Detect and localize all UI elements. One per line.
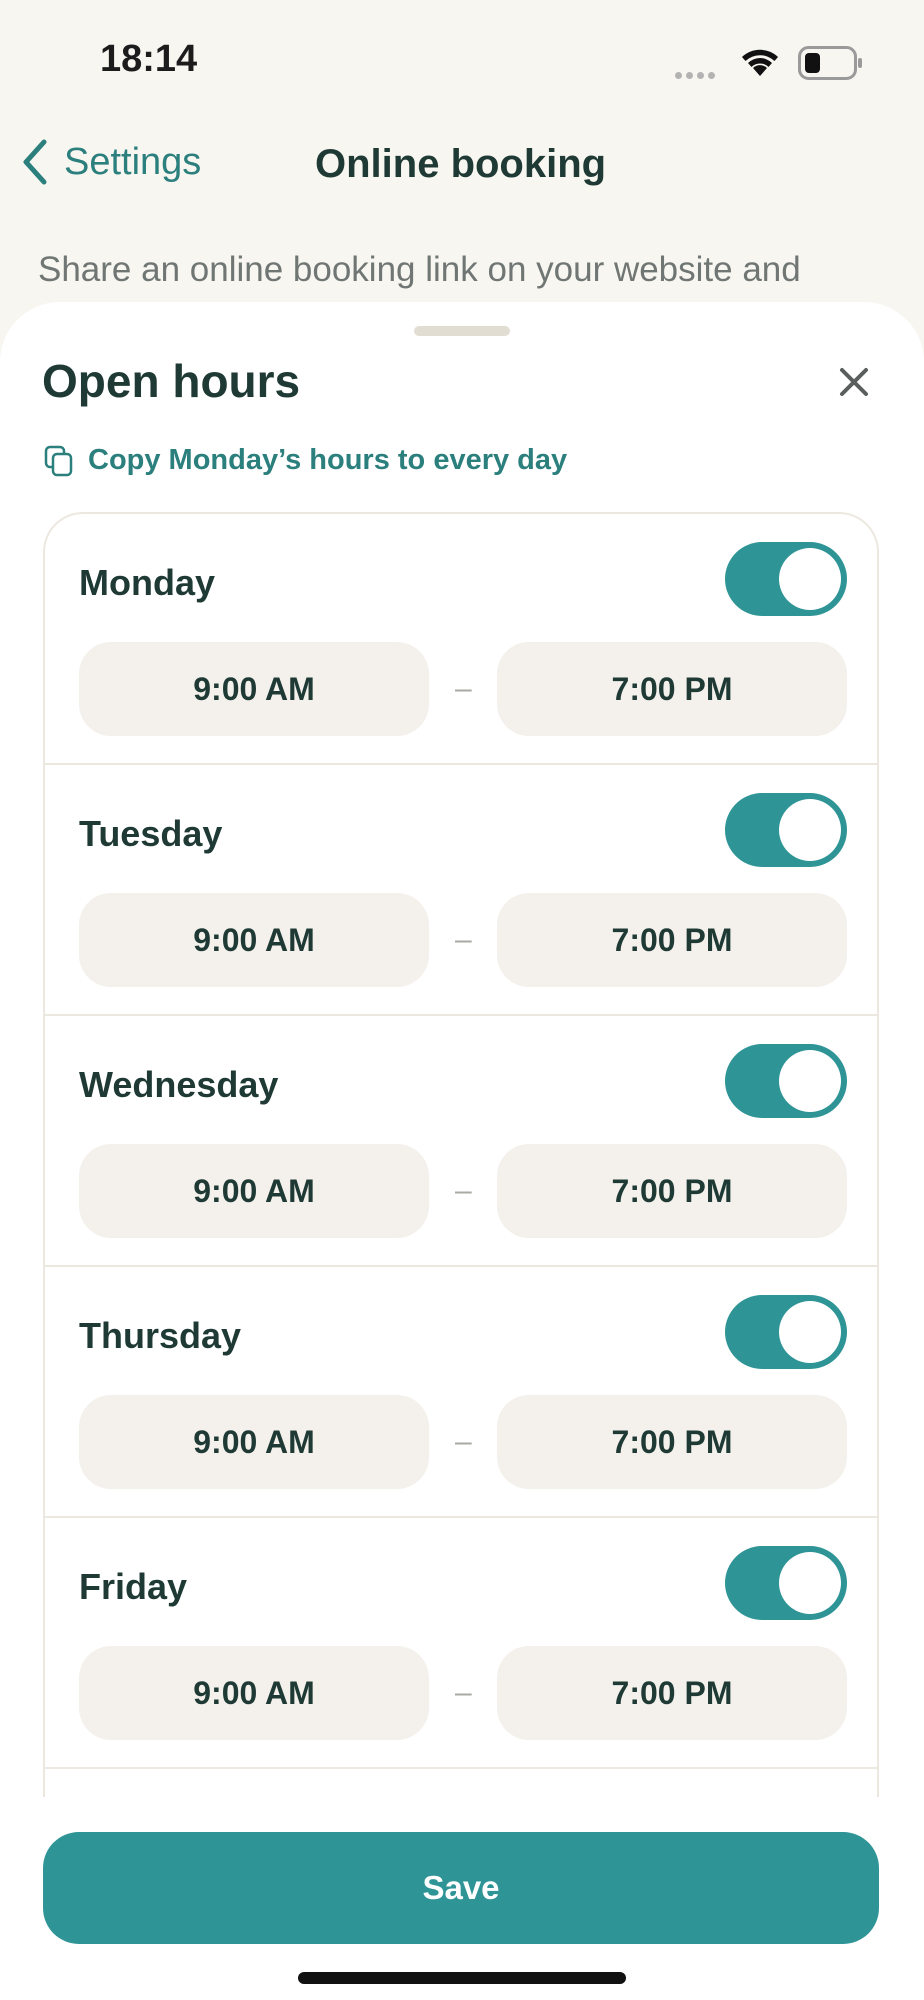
navigation-bar: Settings Online booking — [0, 130, 924, 200]
day-name: Monday — [79, 562, 216, 603]
day-toggle[interactable] — [725, 1546, 847, 1620]
day-row-thursday: Thursday 9:00 AM – 7:00 PM — [45, 1267, 877, 1518]
day-toggle[interactable] — [725, 1044, 847, 1118]
day-name: Friday — [79, 1566, 188, 1607]
save-button[interactable]: Save — [43, 1832, 879, 1944]
end-time-picker[interactable]: 7:00 PM — [497, 1144, 847, 1238]
day-name: Tuesday — [79, 813, 223, 854]
day-toggle[interactable] — [725, 542, 847, 616]
days-list: Monday 9:00 AM – 7:00 PM Tuesday 9:00 AM… — [43, 512, 879, 1812]
copy-hours-label: Copy Monday’s hours to every day — [88, 444, 568, 476]
status-bar: 18:14 — [0, 0, 924, 120]
range-separator: – — [455, 1425, 472, 1458]
range-separator: – — [455, 923, 472, 956]
start-time-picker[interactable]: 9:00 AM — [79, 893, 429, 987]
toggle-knob — [779, 1552, 841, 1614]
start-time-picker[interactable]: 9:00 AM — [79, 1395, 429, 1489]
status-time: 18:14 — [100, 38, 198, 80]
end-time-picker[interactable]: 7:00 PM — [497, 1395, 847, 1489]
back-button[interactable]: Settings — [20, 138, 201, 186]
chevron-left-icon — [23, 139, 47, 185]
day-row-friday: Friday 9:00 AM – 7:00 PM — [45, 1518, 877, 1769]
range-separator: – — [455, 1174, 472, 1207]
range-separator: – — [455, 672, 472, 705]
toggle-knob — [779, 548, 841, 610]
cellular-signal-icon — [675, 66, 719, 84]
day-toggle[interactable] — [725, 793, 847, 867]
page-title: Online booking — [315, 142, 607, 186]
end-time-picker[interactable]: 7:00 PM — [497, 1646, 847, 1740]
sheet-title: Open hours — [42, 355, 301, 407]
end-time-picker[interactable]: 7:00 PM — [497, 893, 847, 987]
toggle-knob — [779, 799, 841, 861]
day-row-monday: Monday 9:00 AM – 7:00 PM — [45, 514, 877, 765]
home-indicator — [298, 1972, 626, 1984]
range-separator: – — [455, 1676, 472, 1709]
copy-icon — [44, 445, 73, 476]
back-button-label: Settings — [64, 140, 202, 183]
open-hours-sheet: Open hours Copy Monday’s hours to every … — [0, 302, 924, 2000]
sheet-grabber[interactable] — [414, 326, 510, 336]
wifi-icon — [742, 49, 778, 76]
start-time-picker[interactable]: 9:00 AM — [79, 1646, 429, 1740]
close-icon[interactable] — [830, 358, 878, 406]
battery-icon — [798, 46, 862, 80]
toggle-knob — [779, 1301, 841, 1363]
end-time-picker[interactable]: 7:00 PM — [497, 642, 847, 736]
day-row-wednesday: Wednesday 9:00 AM – 7:00 PM — [45, 1016, 877, 1267]
start-time-picker[interactable]: 9:00 AM — [79, 642, 429, 736]
start-time-picker[interactable]: 9:00 AM — [79, 1144, 429, 1238]
day-row-tuesday: Tuesday 9:00 AM – 7:00 PM — [45, 765, 877, 1016]
day-name: Thursday — [79, 1315, 242, 1356]
day-name: Wednesday — [79, 1064, 279, 1105]
page-description: Share an online booking link on your web… — [38, 250, 801, 289]
day-toggle[interactable] — [725, 1295, 847, 1369]
copy-hours-button[interactable]: Copy Monday’s hours to every day — [44, 444, 567, 477]
toggle-knob — [779, 1050, 841, 1112]
